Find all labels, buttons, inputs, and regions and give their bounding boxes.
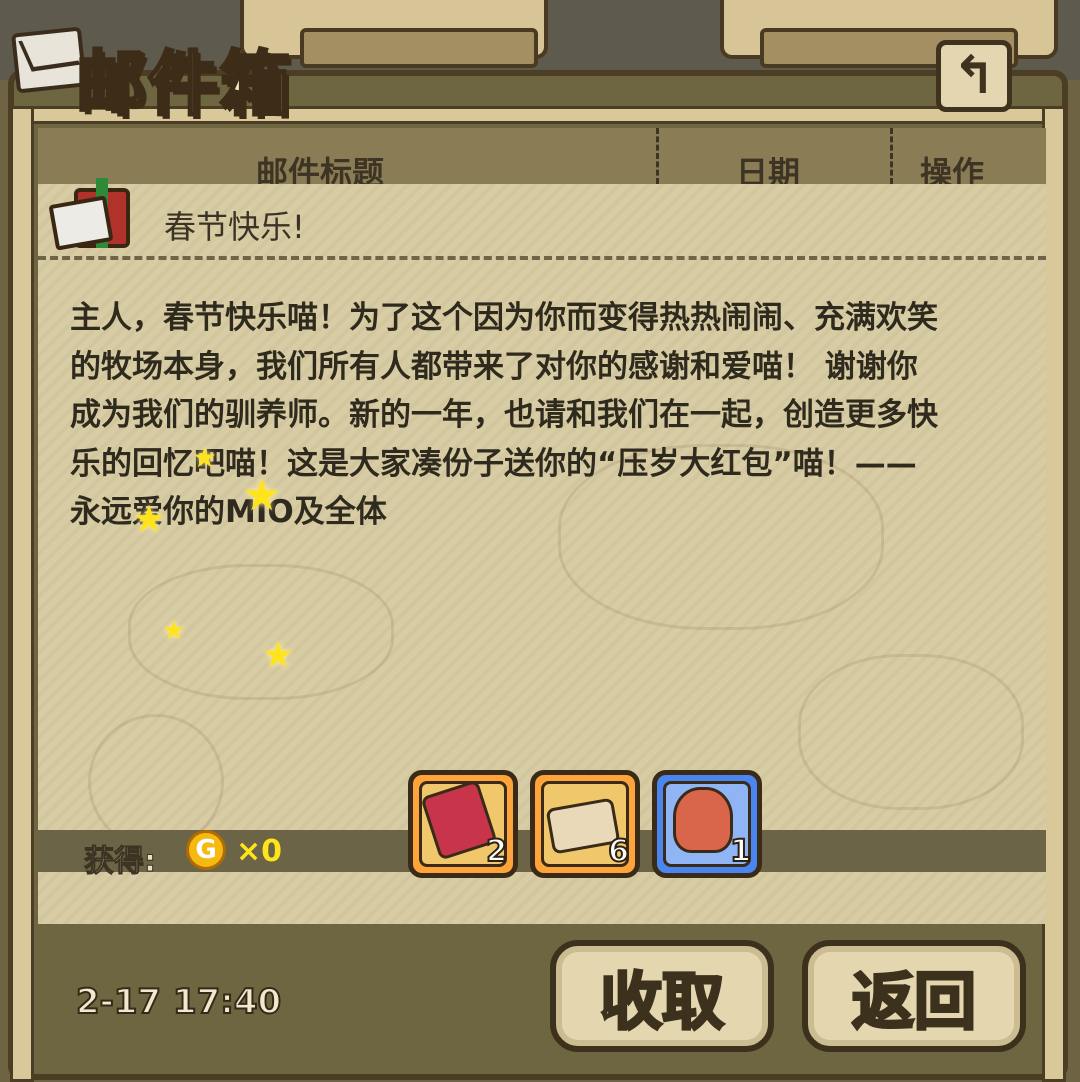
- claim-button[interactable]: 收取: [550, 940, 774, 1052]
- back-arrow-button[interactable]: ↰: [936, 40, 1012, 112]
- background-shelf: [300, 28, 538, 68]
- sparkle-star-icon: ★: [192, 441, 218, 474]
- frame-post-left: [10, 106, 34, 1082]
- header-date: 日期: [736, 154, 801, 184]
- map-decoration: [798, 654, 1024, 810]
- header-action: 操作: [920, 154, 985, 184]
- mail-date: 2-17 17:40: [75, 981, 282, 1023]
- item-count: 6: [607, 833, 630, 870]
- reward-item-red-envelope[interactable]: 2: [408, 770, 518, 878]
- mail-body: 主人，春节快乐喵！为了这个因为你而变得热热闹闹、充满欢笑 的牧场本身，我们所有人…: [70, 300, 938, 530]
- sparkle-star-icon: ★: [262, 635, 295, 676]
- back-arrow-icon: ↰: [952, 46, 996, 106]
- back-button[interactable]: 返回: [802, 940, 1026, 1052]
- mailbox-title: 邮件箱: [11, 20, 334, 127]
- mail-subject: 春节快乐!: [164, 208, 305, 246]
- reward-item-seed[interactable]: 1: [652, 770, 762, 878]
- item-count: 2: [485, 833, 508, 870]
- mail-list-header: 邮件标题 日期 操作: [38, 128, 1046, 184]
- coin-count: ×0: [236, 834, 283, 869]
- reward-label: 获得:: [84, 844, 157, 880]
- seed-icon: [673, 787, 733, 853]
- sparkle-star-icon: ★: [132, 497, 167, 541]
- mail-subject-row[interactable]: 春节快乐!: [38, 178, 1046, 260]
- item-count: 1: [729, 833, 752, 870]
- header-subject: 邮件标题: [256, 154, 385, 184]
- header-divider: [890, 128, 893, 184]
- gift-mail-icon: [48, 178, 132, 254]
- page-title: 邮件箱: [75, 41, 292, 127]
- reward-item-ticket[interactable]: 6: [530, 770, 640, 878]
- header-divider: [656, 128, 659, 184]
- sparkle-star-icon: ★: [162, 616, 186, 646]
- sparkle-star-icon: ★: [242, 470, 282, 521]
- gold-coin-icon: G: [186, 830, 226, 870]
